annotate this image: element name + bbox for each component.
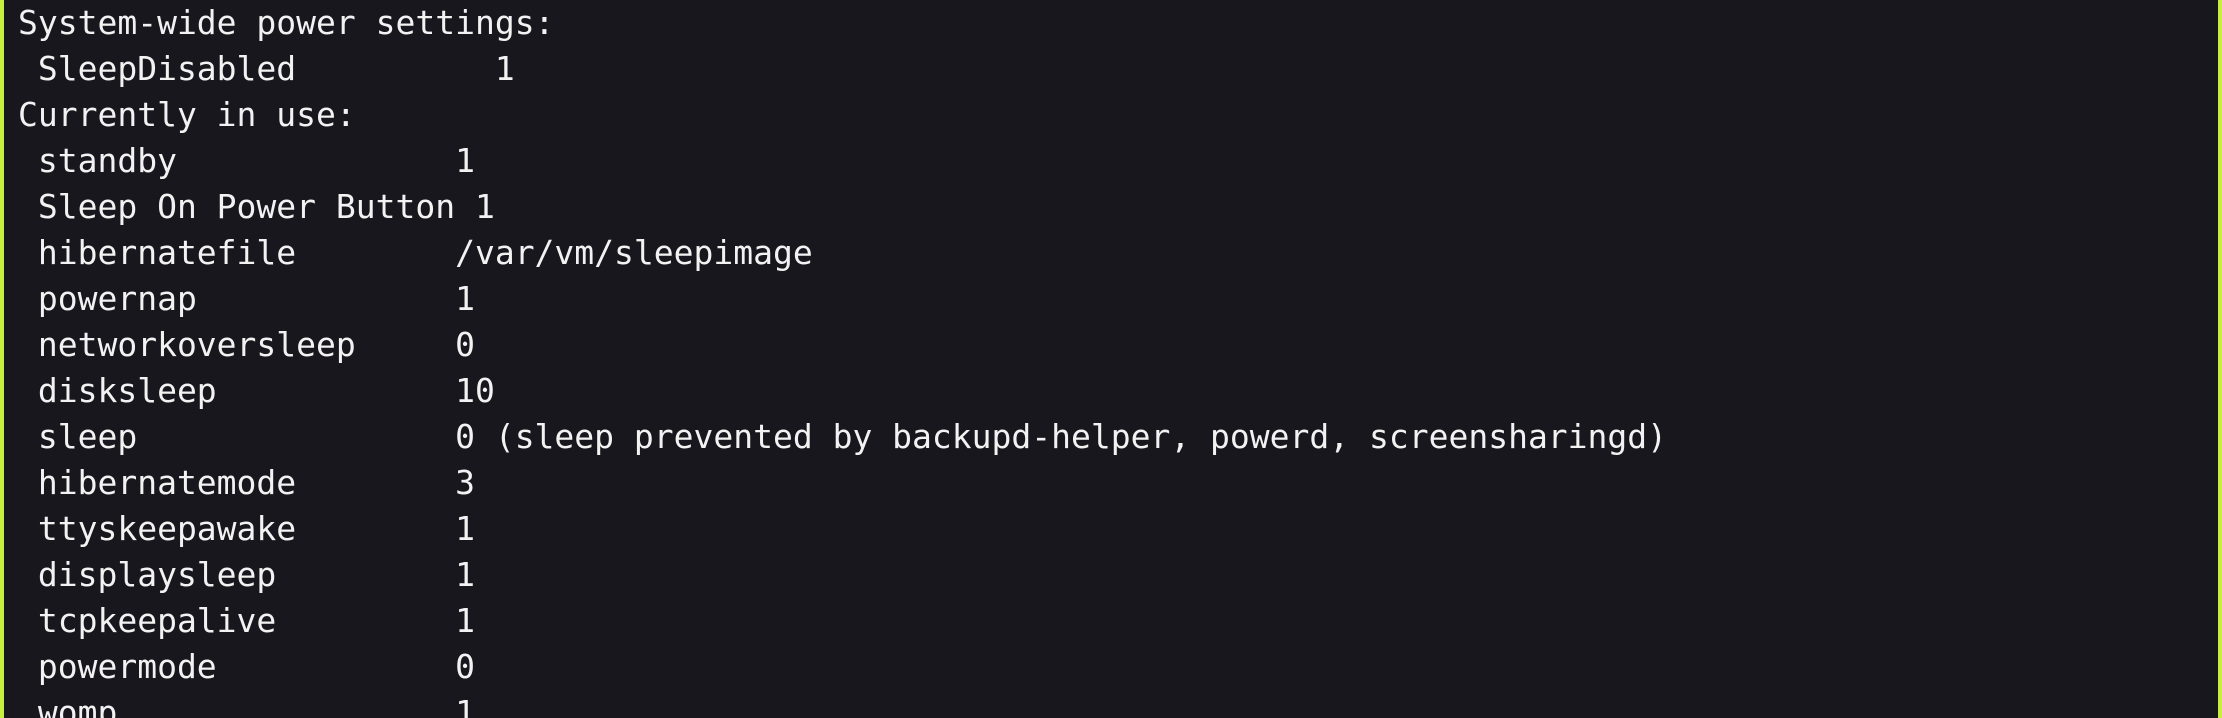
output-line-currently-in-use-header: Currently in use: <box>18 95 356 134</box>
output-line-networkoversleep: networkoversleep 0 <box>18 325 475 364</box>
output-line-ttyskeepawake: ttyskeepawake 1 <box>18 509 475 548</box>
output-line-sleep-on-power-button: Sleep On Power Button 1 <box>18 187 495 226</box>
output-line-sleepdisabled: SleepDisabled 1 <box>18 49 515 88</box>
terminal-output: System-wide power settings: SleepDisable… <box>18 0 1667 718</box>
output-line-powermode: powermode 0 <box>18 647 475 686</box>
output-line-disksleep: disksleep 10 <box>18 371 495 410</box>
output-line-sleep: sleep 0 (sleep prevented by backupd-help… <box>18 417 1668 456</box>
output-line-tcpkeepalive: tcpkeepalive 1 <box>18 601 475 640</box>
output-line-standby: standby 1 <box>18 141 475 180</box>
output-line-hibernatefile: hibernatefile /var/vm/sleepimage <box>18 233 813 272</box>
output-line-hibernatemode: hibernatemode 3 <box>18 463 475 502</box>
output-line-displaysleep: displaysleep 1 <box>18 555 475 594</box>
output-line-powernap: powernap 1 <box>18 279 475 318</box>
output-line-system-wide-header: System-wide power settings: <box>18 3 555 42</box>
terminal-window[interactable]: System-wide power settings: SleepDisable… <box>0 0 2222 718</box>
output-line-womp: womp 1 <box>18 693 475 718</box>
